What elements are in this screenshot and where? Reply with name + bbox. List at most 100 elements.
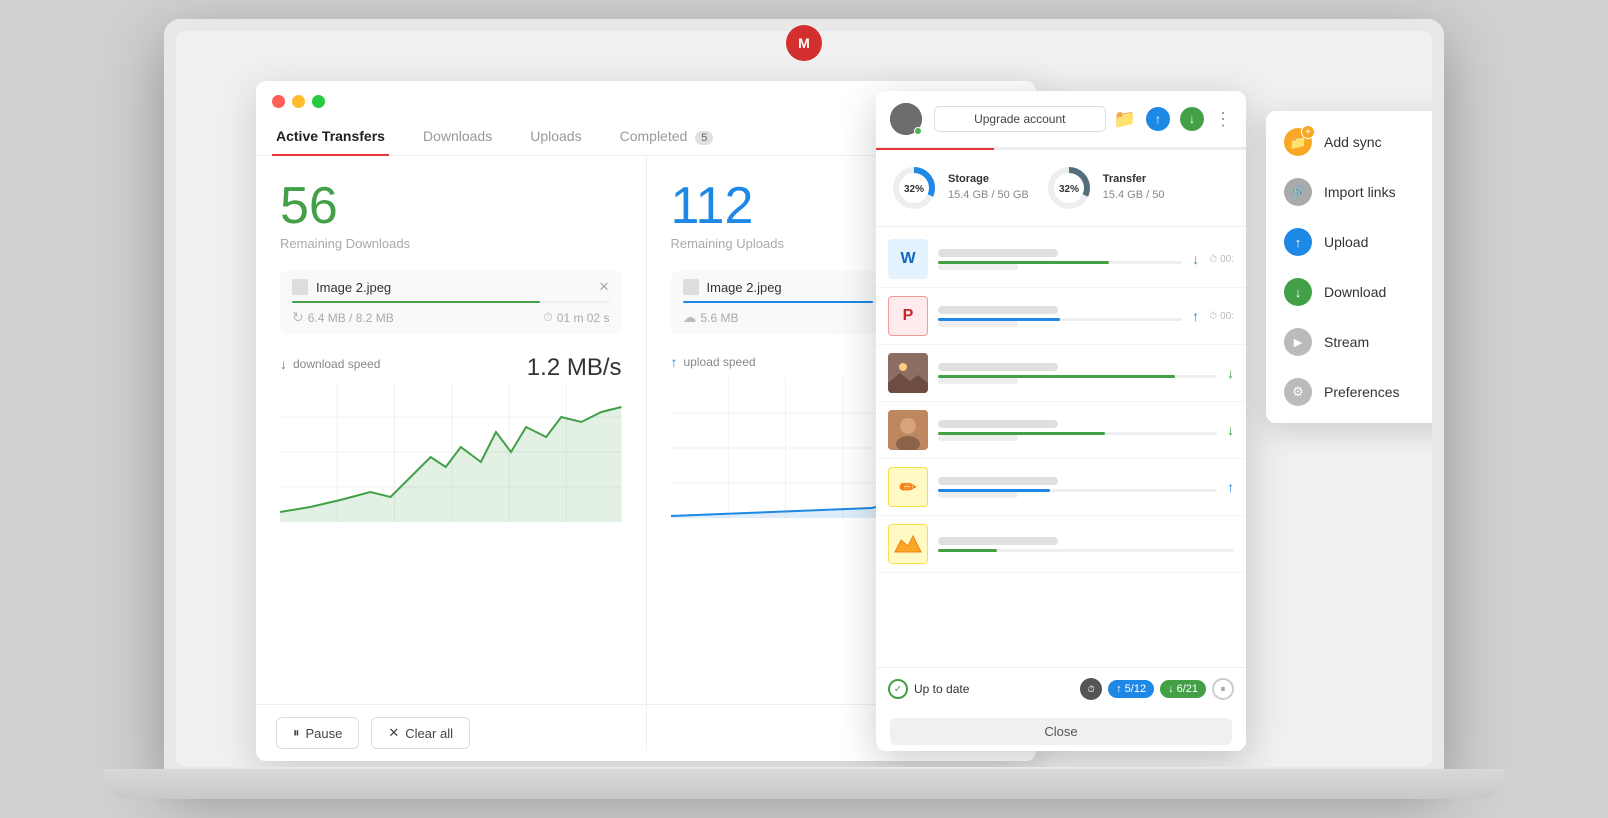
more-options-icon[interactable]: ⋮	[1214, 109, 1232, 130]
laptop-body	[104, 769, 1504, 799]
download-progress-bar	[292, 301, 610, 303]
file-name-placeholder	[938, 477, 1058, 485]
file-thumb-p: P	[888, 296, 928, 336]
close-mega-button[interactable]: Close	[890, 718, 1232, 745]
close-button-red[interactable]	[272, 95, 285, 108]
mega-content: 32% Storage 15.4 GB / 50 GB	[876, 150, 1246, 751]
download-speed-label: ↓ download speed	[280, 356, 380, 372]
tab-uploads[interactable]: Uploads	[526, 118, 585, 155]
file-list-item: W ↓ ⏱00:	[876, 231, 1246, 288]
upgrade-account-button[interactable]: Upgrade account	[934, 106, 1106, 132]
file-icon-upload	[683, 279, 699, 295]
upload-menu-icon: ↑	[1284, 228, 1312, 256]
file-time-display: ⏱00:	[1209, 254, 1234, 265]
file-list-item: ↓	[876, 345, 1246, 402]
maximize-button-green[interactable]	[312, 95, 325, 108]
file-list-item: ✏ ↑	[876, 459, 1246, 516]
file-sub-placeholder	[938, 378, 1018, 384]
upload-icon-button[interactable]: ↑	[1146, 107, 1170, 131]
mega-panel: Upgrade account 📁 ↑ ↓ ⋮	[876, 91, 1246, 751]
storage-item: 32% Storage 15.4 GB / 50 GB	[890, 164, 1029, 212]
menu-item-upload[interactable]: ↑ Upload	[1266, 217, 1432, 267]
menu-item-stream[interactable]: ▶ Stream	[1266, 317, 1432, 367]
file-details	[938, 249, 1182, 270]
check-circle-icon: ✓	[888, 679, 908, 699]
menu-item-import-links[interactable]: 🔗 Import links	[1266, 167, 1432, 217]
folder-plus-icon: 📁	[1284, 128, 1312, 156]
file-close-button[interactable]: ✕	[599, 279, 610, 295]
folder-icon[interactable]: 📁	[1114, 109, 1136, 130]
laptop-frame: M Active Transfers Downloads	[104, 19, 1504, 799]
clear-all-button[interactable]: ✕ Clear all	[371, 717, 470, 749]
menu-item-preferences[interactable]: ⚙ Preferences	[1266, 367, 1432, 417]
file-progress-bg	[938, 549, 1234, 552]
download-action-icon: ↓	[1227, 422, 1234, 438]
upload-file-size: ☁ 5.6 MB	[683, 309, 739, 326]
download-progress-fill	[292, 301, 540, 303]
menu-item-add-sync[interactable]: 📁 Add sync	[1266, 117, 1432, 167]
storage-section: 32% Storage 15.4 GB / 50 GB	[876, 150, 1246, 227]
file-icon	[292, 279, 308, 295]
downloads-remaining-label: Remaining Downloads	[280, 236, 622, 251]
file-name-placeholder	[938, 537, 1058, 545]
up-to-date-status: ✓ Up to date	[888, 679, 969, 699]
pause-badge-button[interactable]: ⏸	[1212, 678, 1234, 700]
screen-inner: Active Transfers Downloads Uploads Compl…	[176, 31, 1432, 767]
transfer-info: Transfer 15.4 GB / 50	[1103, 173, 1165, 203]
download-chart	[280, 382, 622, 522]
file-time: ⏱ 01 m 02 s	[543, 310, 609, 325]
file-details	[938, 420, 1217, 441]
download-file-item: Image 2.jpeg ✕ ↻ 6.4 MB / 8.2 MB	[280, 271, 622, 334]
upload-speed-label: ↑ upload speed	[671, 354, 756, 370]
downloads-panel: 56 Remaining Downloads Image 2.jpeg ✕	[256, 156, 647, 751]
transfer-icon: ⏱	[1080, 678, 1102, 700]
file-sub-placeholder	[938, 492, 1018, 498]
file-sub-placeholder	[938, 435, 1018, 441]
file-thumb-sketch	[888, 524, 928, 564]
tab-active-transfers[interactable]: Active Transfers	[272, 118, 389, 155]
file-name-placeholder	[938, 306, 1058, 314]
file-details	[938, 537, 1234, 552]
file-sub-placeholder	[938, 264, 1018, 270]
svg-text:32%: 32%	[904, 184, 924, 195]
storage-info: Storage 15.4 GB / 50 GB	[948, 173, 1029, 203]
link-icon: 🔗	[1284, 178, 1312, 206]
download-icon-button[interactable]: ↓	[1180, 107, 1204, 131]
download-menu-icon: ↓	[1284, 278, 1312, 306]
upload-badge: ↑ 5/12	[1108, 680, 1154, 698]
gear-icon: ⚙	[1284, 378, 1312, 406]
top-bar: M	[786, 25, 822, 61]
file-size: ↻ 6.4 MB / 8.2 MB	[292, 309, 394, 326]
minimize-button-yellow[interactable]	[292, 95, 305, 108]
file-list: W ↓ ⏱00:	[876, 227, 1246, 667]
file-sub-placeholder	[938, 321, 1018, 327]
file-name-placeholder	[938, 420, 1058, 428]
header-icons: 📁 ↑ ↓ ⋮	[1114, 107, 1232, 131]
file-progress-green	[938, 549, 997, 552]
upload-action-icon: ↑	[1192, 308, 1199, 324]
clear-icon: ✕	[388, 725, 399, 741]
file-thumb-w: W	[888, 239, 928, 279]
file-thumb-img1	[888, 353, 928, 393]
transfer-item: 32% Transfer 15.4 GB / 50	[1045, 164, 1165, 212]
mega-user-avatar	[890, 103, 922, 135]
file-name-placeholder	[938, 363, 1058, 371]
pause-button[interactable]: ⏸ Pause	[276, 717, 359, 749]
user-avatar: M	[786, 25, 822, 61]
dropdown-menu: 📁 Add sync 🔗 Import links ↑ Upload ↓ Dow…	[1266, 111, 1432, 423]
file-name-placeholder	[938, 249, 1058, 257]
completed-badge: 5	[695, 131, 713, 145]
menu-item-download[interactable]: ↓ Download	[1266, 267, 1432, 317]
tab-downloads[interactable]: Downloads	[419, 118, 496, 155]
upload-progress-fill	[683, 301, 874, 303]
file-meta: ↻ 6.4 MB / 8.2 MB ⏱ 01 m 02 s	[292, 309, 610, 326]
downloads-count: 56	[280, 180, 622, 232]
tab-completed[interactable]: Completed 5	[616, 118, 718, 155]
file-list-item: P ↑ ⏱00:	[876, 288, 1246, 345]
file-list-item: ↓	[876, 402, 1246, 459]
download-speed-section: ↓ download speed 1.2 MB/s	[280, 354, 622, 522]
upload-action-icon: ↑	[1227, 479, 1234, 495]
stream-menu-icon: ▶	[1284, 328, 1312, 356]
file-details	[938, 363, 1217, 384]
file-thumb-img2	[888, 410, 928, 450]
